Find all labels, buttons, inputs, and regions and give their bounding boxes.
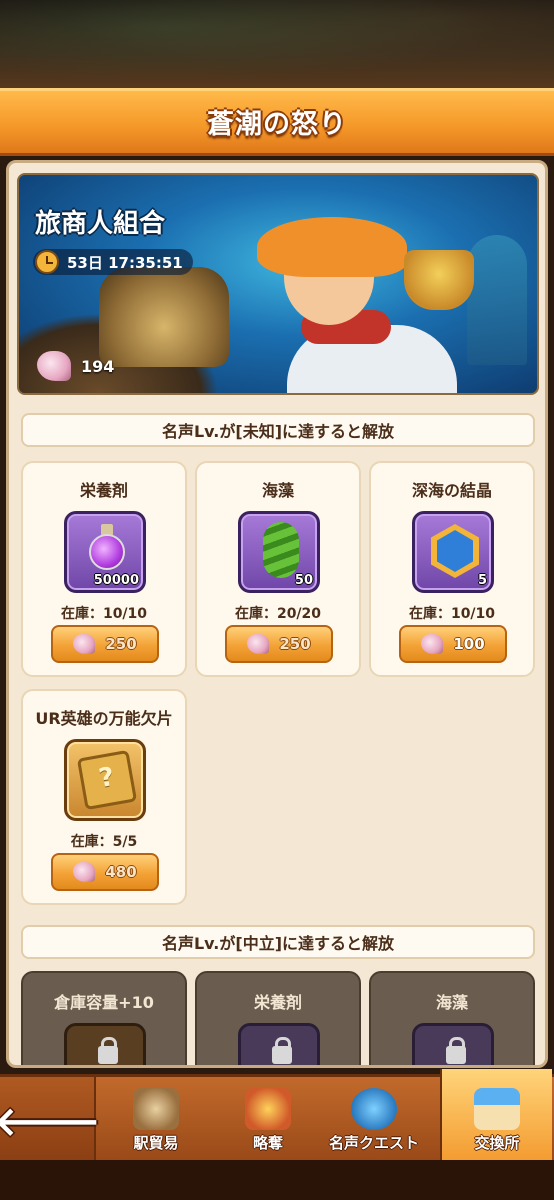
shell-currency-icon [73,862,96,882]
lock-icon [272,1037,292,1064]
item-name: 海藻 [435,993,468,1012]
item-slot[interactable]: ? [64,739,146,821]
potion-icon [87,524,127,574]
shell-currency-icon [37,351,71,381]
nav-label: 略奪 [252,1134,283,1152]
hero-fragment-icon: ? [76,749,138,811]
item-quantity: 50000 [93,573,139,588]
item-name: 海藻 [261,481,294,500]
nav-trade[interactable]: 駅貿易 [100,1077,212,1163]
shop-item-card[interactable]: 海藻 50 在庫：20/20 250 [195,461,361,677]
item-quantity: 5 [477,573,487,588]
shop-item-card[interactable]: 深海の結晶 5 在庫：10/10 100 [369,461,535,677]
price-label: 250 [279,635,311,653]
item-slot[interactable]: 50 [238,511,320,593]
unlock-requirement-neutral: 名声Lv.が[中立]に達すると解放 [21,925,535,959]
underwater-ruin-art [467,235,527,365]
item-slot[interactable]: 5 [412,511,494,593]
system-navigation-bar [0,1160,554,1200]
buy-button[interactable]: 480 [51,853,159,891]
item-name: 深海の結晶 [411,481,492,500]
nav-plunder[interactable]: 略奪 [212,1077,324,1163]
buy-button[interactable]: 100 [399,625,507,663]
bottom-navigation: 🡐 駅貿易 略奪 名声クエスト 交換所 [0,1069,554,1163]
unlock-requirement-unknown: 名声Lv.が[未知]に達すると解放 [21,413,535,447]
item-name: 栄養剤 [79,481,128,500]
back-button[interactable]: 🡐 [0,1077,101,1163]
nav-label: 駅貿易 [133,1134,179,1152]
shop-item-card[interactable]: UR英雄の万能欠片 ? 在庫：5/5 480 [21,689,187,905]
timer-text: 53日 17:35:51 [67,253,183,272]
exchange-shop-icon [474,1088,520,1130]
locked-item-card[interactable]: 倉庫容量+10 [21,971,187,1065]
nav-label: 名声クエスト [328,1134,419,1152]
item-name: UR英雄の万能欠片 [35,709,173,728]
price-label: 250 [105,635,137,653]
shop-item-card[interactable]: 栄養剤 50000 在庫：10/10 250 [21,461,187,677]
shell-currency-icon [247,634,270,654]
price-label: 480 [105,863,137,881]
shell-currency-icon [421,634,444,654]
back-arrow-icon: 🡐 [0,1098,101,1145]
item-stock: 在庫：10/10 [408,606,496,622]
lock-icon [98,1037,118,1064]
treasure-chest-art [99,267,229,367]
item-stock: 在庫：10/10 [60,606,148,622]
shop-panel: 旅商人組合 53日 17:35:51 194 名声Lv.が[未知]に達すると解放… [6,160,548,1068]
lock-icon [446,1037,466,1064]
plunder-icon [245,1088,291,1130]
seaweed-icon [263,522,299,578]
item-name: 倉庫容量+10 [54,993,154,1012]
buy-button[interactable]: 250 [225,625,333,663]
item-stock: 在庫：20/20 [234,606,322,622]
buy-button[interactable]: 250 [51,625,159,663]
item-name: 栄養剤 [253,993,302,1012]
item-slot[interactable]: 50000 [64,511,146,593]
merchant-hero-hair-art [257,217,407,277]
shell-currency-icon [73,634,96,654]
reputation-quest-icon [351,1088,397,1130]
page-title: 蒼潮の怒り [207,109,347,140]
item-stock: 在庫：5/5 [70,834,138,850]
nav-exchange-shop[interactable]: 交換所 [440,1069,552,1163]
item-quantity: 50 [294,573,313,588]
gem-basket-art [404,250,474,310]
clock-icon [35,250,59,274]
merchant-guild-banner: 旅商人組合 53日 17:35:51 194 [17,173,539,395]
banner-title: 旅商人組合 [35,209,166,239]
trade-ship-icon [133,1088,179,1130]
item-slot [64,1023,146,1065]
top-background [0,0,554,90]
item-slot [238,1023,320,1065]
shell-currency-count: 194 [81,356,115,376]
event-timer: 53日 17:35:51 [33,249,193,275]
price-label: 100 [453,635,485,653]
shell-currency: 194 [37,351,114,381]
trident-crystal-icon [431,524,479,578]
locked-item-card[interactable]: 海藻 [369,971,535,1065]
locked-item-card[interactable]: 栄養剤 [195,971,361,1065]
item-slot [412,1023,494,1065]
nav-reputation-quest[interactable]: 名声クエスト [318,1077,430,1163]
nav-label: 交換所 [474,1134,520,1152]
